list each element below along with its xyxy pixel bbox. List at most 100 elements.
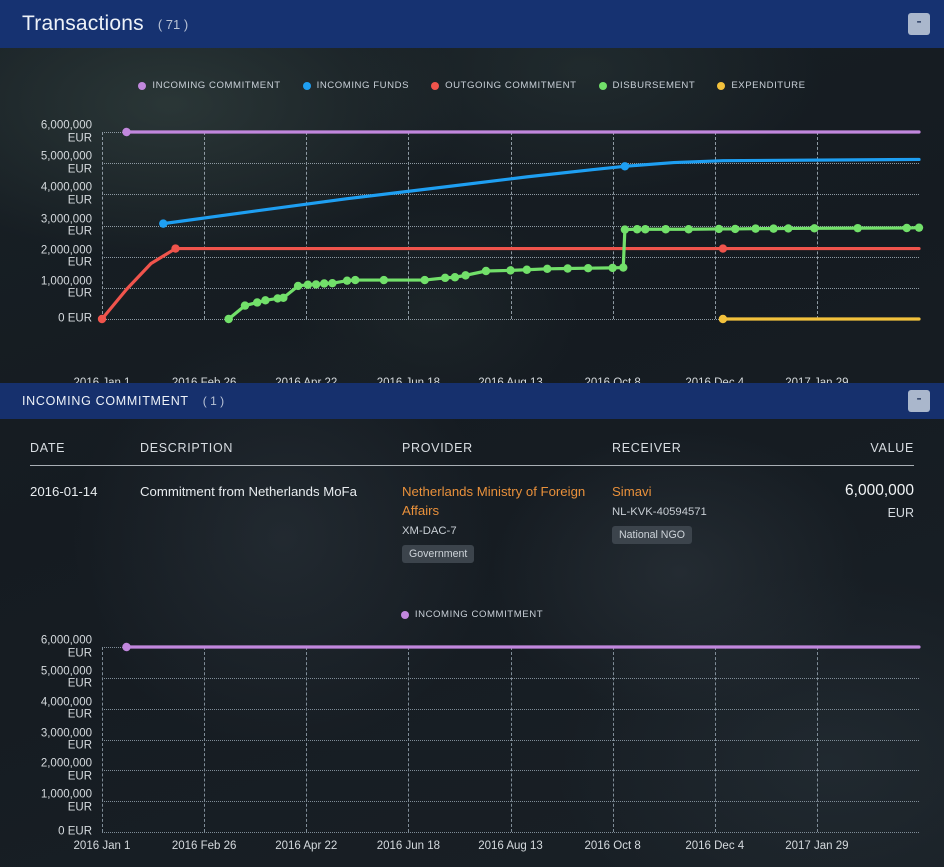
column-header-receiver: RECEIVER: [612, 441, 822, 455]
series-point[interactable]: [351, 276, 359, 284]
legend-item-outgoing-commitment[interactable]: OUTGOING COMMITMENT: [431, 80, 576, 91]
column-header-provider: PROVIDER: [402, 441, 612, 455]
x-axis-tick-label: 2016 Oct 8: [584, 840, 640, 852]
transactions-chart-legend: INCOMING COMMITMENT INCOMING FUNDS OUTGOIN…: [0, 80, 944, 91]
series-point[interactable]: [719, 315, 727, 323]
column-header-value: VALUE: [822, 441, 914, 455]
series-point[interactable]: [619, 263, 627, 271]
series-point[interactable]: [854, 224, 862, 232]
column-header-description: DESCRIPTION: [140, 441, 402, 455]
collapse-incoming-commitment-button[interactable]: -: [908, 390, 930, 412]
series-point[interactable]: [171, 244, 179, 252]
column-header-date: DATE: [30, 441, 140, 455]
series-point[interactable]: [621, 162, 629, 170]
series-point[interactable]: [421, 276, 429, 284]
incoming-commitment-chart-x-axis: 2016 Jan 12016 Feb 262016 Apr 222016 Jun…: [0, 840, 944, 856]
y-axis-tick-label: 3,000,000EUR: [10, 727, 92, 752]
series-point[interactable]: [719, 244, 727, 252]
gridline-horizontal: [102, 832, 919, 833]
series-point[interactable]: [159, 219, 167, 227]
series-point[interactable]: [122, 643, 130, 651]
transactions-section-header: Transactions ( 71 ) -: [0, 0, 944, 48]
transactions-count: ( 71 ): [158, 17, 188, 32]
series-point[interactable]: [461, 271, 469, 279]
incoming-commitment-chart-legend: INCOMING COMMITMENT: [0, 609, 944, 620]
series-point[interactable]: [641, 225, 649, 233]
x-axis-tick-label: 2016 Dec 4: [685, 840, 744, 852]
series-point[interactable]: [903, 224, 911, 232]
legend-item-incoming-commitment[interactable]: INCOMING COMMITMENT: [138, 80, 280, 91]
series-point[interactable]: [662, 225, 670, 233]
legend-dot-icon: [138, 82, 146, 90]
series-point[interactable]: [810, 224, 818, 232]
legend-dot-icon: [599, 82, 607, 90]
x-axis-tick-label: 2016 Jun 18: [377, 840, 440, 852]
table-row: 2016-01-14 Commitment from Netherlands M…: [0, 466, 944, 563]
series-point[interactable]: [784, 224, 792, 232]
legend-label: DISBURSEMENT: [613, 80, 696, 91]
series-point[interactable]: [122, 128, 130, 136]
series-point[interactable]: [621, 225, 629, 233]
series-point[interactable]: [261, 296, 269, 304]
series-point[interactable]: [506, 266, 514, 274]
series-point[interactable]: [253, 298, 261, 306]
legend-label: INCOMING COMMITMENT: [152, 80, 280, 91]
legend-item-incoming-commitment[interactable]: INCOMING COMMITMENT: [401, 609, 543, 620]
cell-value: 6,000,000 EUR: [822, 482, 914, 563]
series-point[interactable]: [380, 276, 388, 284]
cell-description: Commitment from Netherlands MoFa: [140, 482, 402, 563]
y-axis-tick-label: 2,000,000EUR: [10, 758, 92, 783]
series-point[interactable]: [224, 315, 232, 323]
series-point[interactable]: [294, 282, 302, 290]
collapse-transactions-label: -: [916, 13, 921, 31]
series-point[interactable]: [684, 225, 692, 233]
series-point[interactable]: [343, 276, 351, 284]
series-point[interactable]: [328, 279, 336, 287]
series-point[interactable]: [312, 280, 320, 288]
series-point[interactable]: [451, 273, 459, 281]
series-point[interactable]: [563, 264, 571, 272]
table-header-divider: [30, 465, 914, 466]
series-point[interactable]: [915, 223, 923, 231]
x-axis-tick-label: 2016 Feb 26: [172, 840, 237, 852]
series-point[interactable]: [715, 225, 723, 233]
series-point[interactable]: [98, 315, 106, 323]
receiver-link[interactable]: Simavi: [612, 484, 652, 499]
incoming-commitment-table: DATE DESCRIPTION PROVIDER RECEIVER VALUE…: [0, 419, 944, 563]
series-point[interactable]: [523, 266, 531, 274]
y-axis-tick-label: 5,000,000EUR: [10, 151, 92, 176]
provider-type-badge: Government: [402, 545, 474, 563]
x-axis-tick-label: 2016 Aug 13: [478, 840, 543, 852]
series-point[interactable]: [751, 224, 759, 232]
series-point[interactable]: [633, 225, 641, 233]
series-point[interactable]: [608, 264, 616, 272]
series-point[interactable]: [731, 225, 739, 233]
legend-item-incoming-funds[interactable]: INCOMING FUNDS: [303, 80, 409, 91]
series-point[interactable]: [441, 274, 449, 282]
series-point[interactable]: [543, 265, 551, 273]
collapse-transactions-button[interactable]: -: [908, 13, 930, 35]
x-axis-tick-label: 2017 Jan 29: [785, 840, 848, 852]
value-amount: 6,000,000: [822, 482, 914, 500]
y-axis-tick-label: 1,000,000EUR: [10, 275, 92, 300]
page-title: Transactions: [22, 12, 144, 36]
provider-link[interactable]: Netherlands Ministry of Foreign Affairs: [402, 484, 585, 518]
legend-label: INCOMING FUNDS: [317, 80, 409, 91]
y-axis-tick-label: 4,000,000EUR: [10, 696, 92, 721]
legend-dot-icon: [303, 82, 311, 90]
series-point[interactable]: [320, 279, 328, 287]
y-axis-tick-label: 2,000,000EUR: [10, 244, 92, 269]
legend-item-expenditure[interactable]: EXPENDITURE: [717, 80, 805, 91]
series-line-incoming-funds: [163, 159, 919, 223]
legend-item-disbursement[interactable]: DISBURSEMENT: [599, 80, 696, 91]
incoming-commitment-count: ( 1 ): [203, 394, 224, 408]
table-header-row: DATE DESCRIPTION PROVIDER RECEIVER VALUE: [0, 419, 944, 465]
series-point[interactable]: [482, 267, 490, 275]
series-point[interactable]: [584, 264, 592, 272]
y-axis-tick-label: 5,000,000EUR: [10, 665, 92, 690]
series-point[interactable]: [304, 281, 312, 289]
receiver-type-badge: National NGO: [612, 526, 692, 544]
series-point[interactable]: [769, 224, 777, 232]
series-point[interactable]: [241, 301, 249, 309]
series-point[interactable]: [279, 294, 287, 302]
